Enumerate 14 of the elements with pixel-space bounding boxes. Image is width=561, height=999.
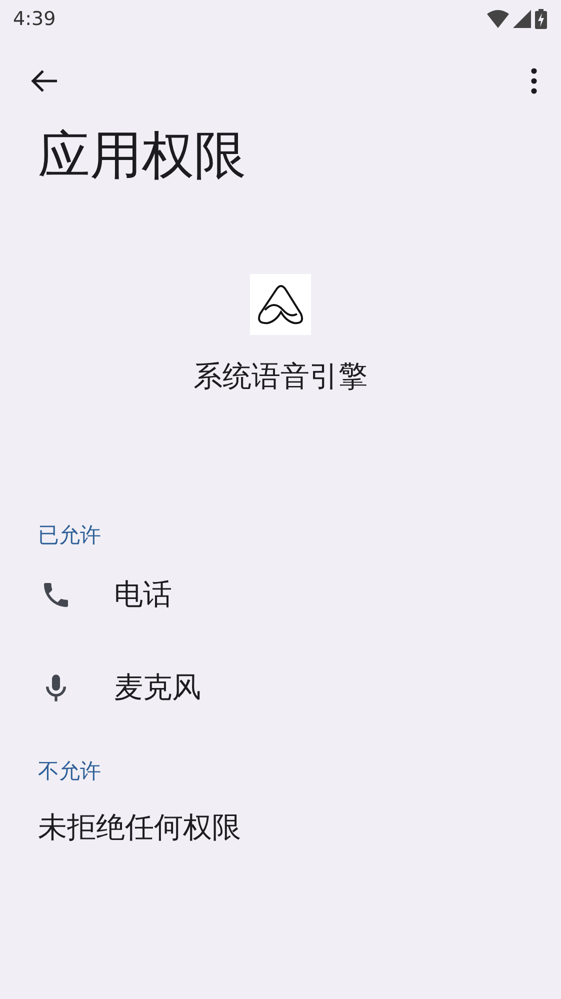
signal-icon [513,10,531,28]
page-title: 应用权限 [37,125,247,188]
status-time: 4:39 [13,8,56,30]
back-icon[interactable] [30,69,58,93]
permission-item[interactable]: 电话 [114,574,172,614]
wifi-icon [487,10,509,28]
battery-charging-icon [535,9,547,29]
section-header: 已允许 [37,522,102,549]
section-header: 不允许 [37,758,102,785]
app-name: 系统语音引擎 [194,358,368,395]
more-options-icon[interactable] [531,68,537,94]
empty-message: 未拒绝任何权限 [38,809,241,846]
permission-item[interactable]: 麦克风 [114,668,201,708]
app-logo-icon [250,274,311,335]
